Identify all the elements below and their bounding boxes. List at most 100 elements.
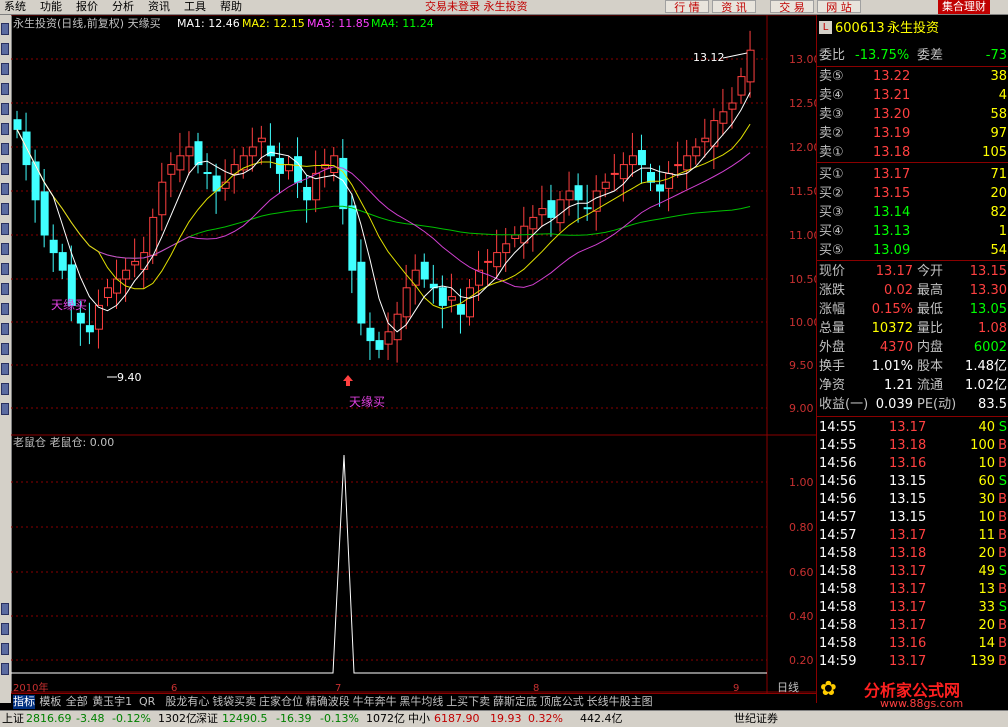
- candle-body: [58, 252, 67, 271]
- menu-analysis[interactable]: 分析: [112, 0, 134, 14]
- menu-help[interactable]: 帮助: [220, 0, 242, 14]
- quote-stat-row[interactable]: 涨跌 0.02 最高 13.30: [817, 281, 1008, 300]
- indicator-tab[interactable]: 指标: [13, 695, 35, 709]
- tick-row[interactable]: 14:57 13.15 10 B: [817, 508, 1008, 527]
- buy-level-row[interactable]: 买④ 13.13 1: [817, 222, 1008, 241]
- price-tick: 11.50: [789, 185, 816, 198]
- sell-level-row[interactable]: 卖① 13.18 105: [817, 143, 1008, 162]
- tool-icon[interactable]: [1, 163, 9, 175]
- indicator-tab[interactable]: QR: [139, 695, 155, 709]
- tool-icon[interactable]: [1, 183, 9, 195]
- wealth-logo[interactable]: 集合理财: [938, 0, 990, 14]
- sell-level-row[interactable]: 卖③ 13.20 58: [817, 105, 1008, 124]
- sz-change: -16.39: [276, 712, 312, 725]
- tick-row[interactable]: 14:55 13.18 100 B: [817, 436, 1008, 455]
- candle-body: [438, 287, 447, 306]
- tool-icon[interactable]: [1, 143, 9, 155]
- indicator-tab[interactable]: 黑牛均线: [399, 695, 443, 709]
- tool-icon[interactable]: [1, 103, 9, 115]
- indicator-tab[interactable]: 钱袋买卖: [212, 695, 256, 709]
- tick-row[interactable]: 14:58 13.18 20 B: [817, 544, 1008, 563]
- indicator-tab[interactable]: 精确波段: [306, 695, 350, 709]
- quote-stat-row[interactable]: 总量 10372 量比 1.08: [817, 319, 1008, 338]
- buy-level-row[interactable]: 买① 13.17 71: [817, 165, 1008, 184]
- menu-tools[interactable]: 工具: [184, 0, 206, 14]
- indicator-tab[interactable]: 全部: [66, 695, 88, 709]
- quote-button[interactable]: 行 情: [665, 0, 709, 14]
- zx-pct: 0.32%: [528, 712, 563, 725]
- trade-button[interactable]: 交 易: [770, 0, 814, 14]
- tool-icon[interactable]: [1, 363, 9, 375]
- indicator-tab[interactable]: 长线牛股主图: [587, 695, 653, 709]
- tool-icon[interactable]: [1, 63, 9, 75]
- ma4-line: [16, 129, 751, 259]
- tool-icon[interactable]: [1, 343, 9, 355]
- tool-icon[interactable]: [1, 403, 9, 415]
- tick-row[interactable]: 14:58 13.17 33 S: [817, 598, 1008, 617]
- tick-row[interactable]: 14:56 13.15 30 B: [817, 490, 1008, 509]
- tool-icon[interactable]: [1, 663, 9, 675]
- website-button[interactable]: 网 站: [817, 0, 861, 14]
- menu-system[interactable]: 系统: [4, 0, 26, 14]
- menu-news[interactable]: 资讯: [148, 0, 170, 14]
- sell-level-row[interactable]: 卖② 13.19 97: [817, 124, 1008, 143]
- quote-stat-row[interactable]: 涨幅 0.15% 最低 13.05: [817, 300, 1008, 319]
- indicator-tab[interactable]: 黄玉宇1: [92, 695, 132, 709]
- indicator-tab[interactable]: 上买下卖: [446, 695, 490, 709]
- buy-level-row[interactable]: 买② 13.15 20: [817, 184, 1008, 203]
- tick-row[interactable]: 14:59 13.17 139 B: [817, 652, 1008, 671]
- quote-stat-row[interactable]: 收益(一) 0.039 PE(动) 83.5: [817, 395, 1008, 414]
- tool-icon[interactable]: [1, 603, 9, 615]
- kline-chart[interactable]: 13.00 12.50 12.00 11.50 11.00 10.50 10.0…: [11, 15, 816, 693]
- broker-name: 世纪证券: [734, 712, 778, 725]
- tool-icon[interactable]: [1, 43, 9, 55]
- tick-row[interactable]: 14:56 13.15 60 S: [817, 472, 1008, 491]
- tick-row[interactable]: 14:56 13.16 10 B: [817, 454, 1008, 473]
- quote-stat-row[interactable]: 外盘 4370 内盘 6002: [817, 338, 1008, 357]
- quote-stat-row[interactable]: 净资 1.21 流通 1.02亿: [817, 376, 1008, 395]
- signal-label: 天缘买: [349, 395, 385, 409]
- quote-stat-row[interactable]: 换手 1.01% 股本 1.48亿: [817, 357, 1008, 376]
- menu-function[interactable]: 功能: [40, 0, 62, 14]
- indicator-tab[interactable]: 顶底公式: [540, 695, 584, 709]
- indicator-tab[interactable]: 牛年奔牛: [353, 695, 397, 709]
- sub-tick: 0.80: [789, 521, 814, 534]
- tool-icon[interactable]: [1, 123, 9, 135]
- tick-row[interactable]: 14:58 13.16 14 B: [817, 634, 1008, 653]
- indicator-tab[interactable]: 股龙有心: [165, 695, 209, 709]
- indicator-tab[interactable]: 薛斯定底: [493, 695, 537, 709]
- sell-level-row[interactable]: 卖⑤ 13.22 38: [817, 67, 1008, 86]
- stock-flag-icon[interactable]: L: [819, 21, 832, 34]
- tool-icon[interactable]: [1, 263, 9, 275]
- tick-row[interactable]: 14:55 13.17 40 S: [817, 418, 1008, 437]
- buy-level-row[interactable]: 买⑤ 13.09 54: [817, 241, 1008, 260]
- tool-icon[interactable]: [1, 383, 9, 395]
- candle-body: [701, 137, 710, 143]
- sh-index-name: 上证: [2, 712, 24, 725]
- tool-icon[interactable]: [1, 223, 9, 235]
- tool-icon[interactable]: [1, 623, 9, 635]
- tool-icon[interactable]: [1, 203, 9, 215]
- quote-stat-row[interactable]: 现价 13.17 今开 13.15: [817, 262, 1008, 281]
- indicator-tab[interactable]: 模板: [39, 695, 61, 709]
- tool-icon[interactable]: [1, 23, 9, 35]
- candle-body: [502, 243, 511, 254]
- tick-row[interactable]: 14:58 13.17 13 B: [817, 580, 1008, 599]
- tick-row[interactable]: 14:58 13.17 49 S: [817, 562, 1008, 581]
- news-button[interactable]: 资 讯: [712, 0, 756, 14]
- sell-level-row[interactable]: 卖④ 13.21 4: [817, 86, 1008, 105]
- tick-row[interactable]: 14:57 13.17 11 B: [817, 526, 1008, 545]
- candle-body: [511, 234, 520, 240]
- tool-icon[interactable]: [1, 83, 9, 95]
- tool-icon[interactable]: [1, 243, 9, 255]
- tool-icon[interactable]: [1, 283, 9, 295]
- flower-logo-icon: ✿: [820, 676, 837, 700]
- tool-icon[interactable]: [1, 323, 9, 335]
- menu-quote[interactable]: 报价: [76, 0, 98, 14]
- indicator-tab[interactable]: 庄家仓位: [259, 695, 303, 709]
- tool-icon[interactable]: [1, 643, 9, 655]
- tool-icon[interactable]: [1, 303, 9, 315]
- tick-row[interactable]: 14:58 13.17 20 B: [817, 616, 1008, 635]
- period-label[interactable]: 日线: [777, 680, 799, 693]
- buy-level-row[interactable]: 买③ 13.14 82: [817, 203, 1008, 222]
